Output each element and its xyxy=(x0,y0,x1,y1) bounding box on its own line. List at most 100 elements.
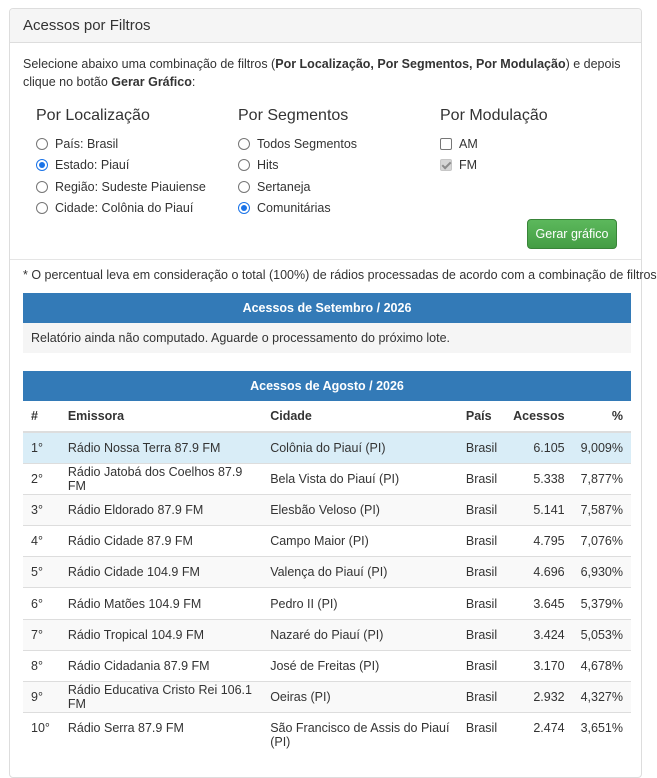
table-row: 7° Rádio Tropical 104.9 FM Nazaré do Piauí… xyxy=(23,618,631,651)
cell-cidade: Campo Maior (PI) xyxy=(262,525,458,557)
cell-percent: 7,587% xyxy=(572,493,631,526)
cell-cidade: Nazaré do Piauí (PI) xyxy=(262,618,458,651)
cell-emissora: Rádio Matões 104.9 FM xyxy=(59,587,263,620)
cell-acessos: 3.170 xyxy=(505,649,573,682)
radio-todos-segmentos[interactable] xyxy=(238,137,250,150)
table-row: 5° Rádio Cidade 104.9 FM Valença do Piauí … xyxy=(23,556,631,588)
cell-percent: 5,379% xyxy=(572,587,631,620)
agosto-table: # Emissora Cidade País Acessos % 1° Rádio… xyxy=(23,401,631,753)
cell-emissora: Rádio Educativa Cristo Rei 106.1 FM xyxy=(59,680,263,713)
option-sertaneja[interactable]: Sertaneja xyxy=(238,176,357,198)
radio-hits[interactable] xyxy=(238,159,250,172)
table-row: 2° Rádio Jatobá dos Coelhos 87.9 FM Bela V… xyxy=(23,462,631,495)
cell-pais: Brasil xyxy=(457,649,506,682)
filter-segmentos: Por Segmentos Todos Segmentos Hits Serta… xyxy=(238,105,357,219)
cell-acessos: 4.696 xyxy=(505,556,573,588)
cell-rank: 2° xyxy=(23,462,60,495)
cell-acessos: 6.105 xyxy=(505,431,573,464)
option-todos-segmentos[interactable]: Todos Segmentos xyxy=(238,133,357,155)
col-acessos: Acessos xyxy=(505,401,573,433)
cell-acessos: 5.141 xyxy=(505,493,573,526)
option-label: Cidade: Colônia do Piauí xyxy=(55,201,194,216)
cell-acessos: 2.932 xyxy=(505,680,573,713)
option-label: Todos Segmentos xyxy=(257,136,358,151)
col-cidade: Cidade xyxy=(262,401,458,433)
filter-modulacao-title: Por Modulação xyxy=(440,107,548,124)
cell-pais: Brasil xyxy=(457,525,506,557)
cell-percent: 4,678% xyxy=(572,649,631,682)
divider xyxy=(10,259,641,260)
radio-sertaneja[interactable] xyxy=(238,180,250,193)
option-am[interactable]: AM xyxy=(440,133,548,155)
cell-emissora: Rádio Cidade 87.9 FM xyxy=(59,525,263,557)
cell-emissora: Rádio Cidadania 87.9 FM xyxy=(59,649,263,682)
cell-percent: 9,009% xyxy=(572,431,631,464)
cell-emissora: Rádio Cidade 104.9 FM xyxy=(59,556,263,588)
cell-pais: Brasil xyxy=(457,712,506,753)
intro-text: Selecione abaixo uma combinação de filtr… xyxy=(23,55,633,91)
radio-comunitarias[interactable] xyxy=(238,202,250,215)
cell-rank: 7° xyxy=(23,618,60,651)
cell-percent: 6,930% xyxy=(572,556,631,588)
col-pais: País xyxy=(457,401,506,433)
table-row: 8° Rádio Cidadania 87.9 FM José de Freitas… xyxy=(23,649,631,682)
intro-bold-filters: Por Localização, Por Segmentos, Por Modu… xyxy=(275,57,566,71)
cell-pais: Brasil xyxy=(457,556,506,588)
cell-emissora: Rádio Eldorado 87.9 FM xyxy=(59,493,263,526)
col-percent: % xyxy=(572,401,631,433)
checkbox-am[interactable] xyxy=(440,137,452,150)
checkbox-fm xyxy=(440,159,452,172)
cell-pais: Brasil xyxy=(457,618,506,651)
radio-cidade[interactable] xyxy=(36,202,48,215)
cell-cidade: Colônia do Piauí (PI) xyxy=(262,431,458,464)
option-label: Estado: Piauí xyxy=(55,158,130,173)
table-row: 4° Rádio Cidade 87.9 FM Campo Maior (PI) Br… xyxy=(23,525,631,557)
radio-pais[interactable] xyxy=(36,137,48,150)
intro-bold-button: Gerar Gráfico xyxy=(111,75,192,89)
cell-rank: 5° xyxy=(23,556,60,588)
cell-rank: 9° xyxy=(23,680,60,713)
option-label: Sertaneja xyxy=(257,179,311,194)
cell-pais: Brasil xyxy=(457,462,506,495)
agosto-title: Acessos de Agosto / 2026 xyxy=(23,371,631,401)
option-label: Hits xyxy=(257,158,279,173)
table-row: 3° Rádio Eldorado 87.9 FM Elesbão Veloso (… xyxy=(23,493,631,526)
cell-acessos: 3.424 xyxy=(505,618,573,651)
filter-localizacao-title: Por Localização xyxy=(36,107,150,124)
radio-regiao[interactable] xyxy=(36,180,48,193)
option-label: Comunitárias xyxy=(257,201,331,216)
cell-pais: Brasil xyxy=(457,680,506,713)
option-regiao[interactable]: Região: Sudeste Piauiense xyxy=(36,176,206,198)
option-label: País: Brasil xyxy=(55,136,119,151)
cell-acessos: 3.645 xyxy=(505,587,573,620)
option-cidade[interactable]: Cidade: Colônia do Piauí xyxy=(36,198,206,220)
radio-estado[interactable] xyxy=(36,159,48,172)
cell-emissora: Rádio Jatobá dos Coelhos 87.9 FM xyxy=(59,462,263,495)
cell-rank: 6° xyxy=(23,587,60,620)
cell-pais: Brasil xyxy=(457,493,506,526)
option-label: Região: Sudeste Piauiense xyxy=(55,179,206,194)
option-comunitarias[interactable]: Comunitárias xyxy=(238,198,357,220)
option-pais[interactable]: País: Brasil xyxy=(36,133,206,155)
cell-acessos: 4.795 xyxy=(505,525,573,557)
option-estado[interactable]: Estado: Piauí xyxy=(36,155,206,177)
cell-cidade: Elesbão Veloso (PI) xyxy=(262,493,458,526)
option-fm: FM xyxy=(440,155,548,177)
cell-cidade: José de Freitas (PI) xyxy=(262,649,458,682)
option-label: FM xyxy=(459,158,478,173)
cell-cidade: Oeiras (PI) xyxy=(262,680,458,713)
cell-pais: Brasil xyxy=(457,431,506,464)
option-hits[interactable]: Hits xyxy=(238,155,357,177)
filter-modulacao: Por Modulação AM FM xyxy=(440,105,548,176)
setembro-message: Relatório ainda não computado. Aguarde o… xyxy=(23,323,631,353)
gerar-grafico-button[interactable]: Gerar gráfico xyxy=(527,219,617,249)
cell-percent: 4,327% xyxy=(572,680,631,713)
panel-title: Acessos por Filtros xyxy=(10,9,641,43)
intro-part-1: Selecione abaixo uma combinação de filtr… xyxy=(23,57,276,71)
cell-rank: 10° xyxy=(23,712,60,753)
cell-emissora: Rádio Tropical 104.9 FM xyxy=(59,618,263,651)
cell-cidade: Valença do Piauí (PI) xyxy=(262,556,458,588)
filters-panel: Acessos por Filtros Selecione abaixo uma… xyxy=(9,8,657,778)
intro-part-3: : xyxy=(191,75,196,89)
cell-percent: 7,076% xyxy=(572,525,631,557)
